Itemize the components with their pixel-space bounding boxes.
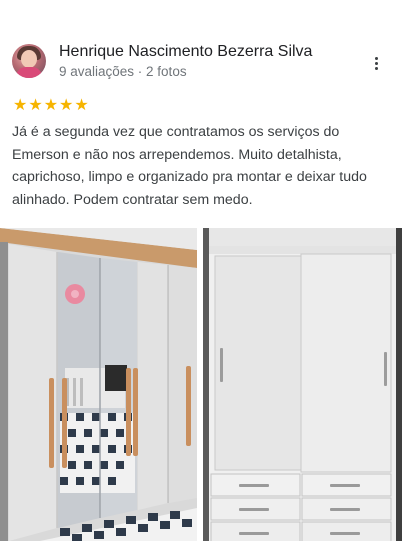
- review-photo-2[interactable]: [203, 228, 402, 541]
- more-vertical-icon-dot: [375, 62, 378, 65]
- star-icon: ★: [43, 97, 59, 114]
- star-rating: ★ ★ ★ ★ ★: [13, 97, 89, 114]
- star-icon: ★: [59, 97, 74, 114]
- more-vertical-icon: [375, 57, 378, 60]
- reviewer-meta: 9 avaliações · 2 fotos: [59, 64, 187, 79]
- review-text: Já é a segunda vez que contratamos os se…: [12, 124, 367, 208]
- star-icon: ★: [13, 97, 28, 114]
- avatar[interactable]: [12, 44, 46, 78]
- wardrobe-sliding-photo: [203, 228, 402, 541]
- star-icon: ★: [74, 97, 89, 114]
- avatar-face: [21, 50, 37, 68]
- more-options-button[interactable]: [366, 55, 386, 73]
- avatar-shirt: [16, 67, 42, 78]
- review-photo-1[interactable]: [0, 228, 197, 541]
- wardrobe-mirror-photo: [0, 228, 197, 541]
- star-icon: ★: [28, 97, 43, 114]
- reviewer-name[interactable]: Henrique Nascimento Bezerra Silva: [59, 43, 312, 61]
- more-vertical-icon-dot: [375, 67, 378, 70]
